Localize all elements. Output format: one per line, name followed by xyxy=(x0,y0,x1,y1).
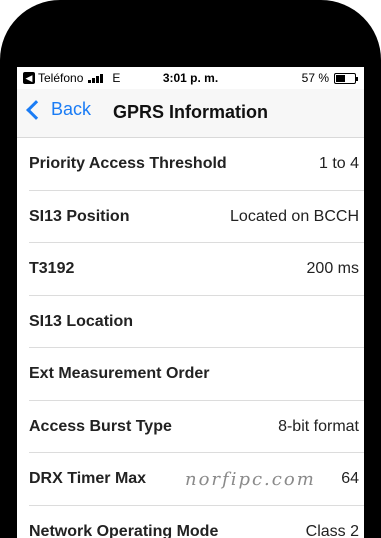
list-item-value: 64 xyxy=(341,470,359,487)
list-item-label: Access Burst Type xyxy=(29,417,172,435)
page-title: GPRS Information xyxy=(112,102,268,122)
status-bar: ◀ Teléfono E 3:01 p. m. 57 % xyxy=(17,67,364,89)
list-item-label: SI13 Position xyxy=(29,207,130,225)
battery-percent: 57 % xyxy=(301,71,329,85)
watermark: norfipc.com xyxy=(185,469,316,490)
list-item-value: 200 ms xyxy=(306,260,359,277)
screen: ◀ Teléfono E 3:01 p. m. 57 % Back GPRS I… xyxy=(17,67,364,538)
navigation-bar: Back GPRS Information xyxy=(17,89,364,138)
list-item-value: 8-bit format xyxy=(278,417,359,435)
list-item-label: Priority Access Threshold xyxy=(29,155,227,172)
list-item-value: Class 2 xyxy=(305,522,359,538)
list-item-value: 1 to 4 xyxy=(318,155,359,172)
list-item: Network Operating Mode Class 2 xyxy=(17,506,364,538)
list-item-label: T3192 xyxy=(29,260,75,277)
list-item: Access Burst Type 8-bit format xyxy=(17,401,364,454)
list-item-label: DRX Timer Max xyxy=(29,470,147,487)
list-item-label: Ext Measurement Order xyxy=(29,365,210,382)
list-item-label: Network Operating Mode xyxy=(29,522,219,538)
list-item: Ext Measurement Order xyxy=(17,348,364,401)
list-item: SI13 Location xyxy=(17,296,364,349)
status-right: 57 % xyxy=(301,71,358,85)
battery-icon xyxy=(334,72,358,84)
list-item-value: Located on BCCH xyxy=(230,207,359,225)
list-item: SI13 Position Located on BCCH xyxy=(17,191,364,244)
list-item-label: SI13 Location xyxy=(29,312,134,330)
list-item: T3192 200 ms xyxy=(17,243,364,296)
list-item: Priority Access Threshold 1 to 4 xyxy=(17,138,364,191)
